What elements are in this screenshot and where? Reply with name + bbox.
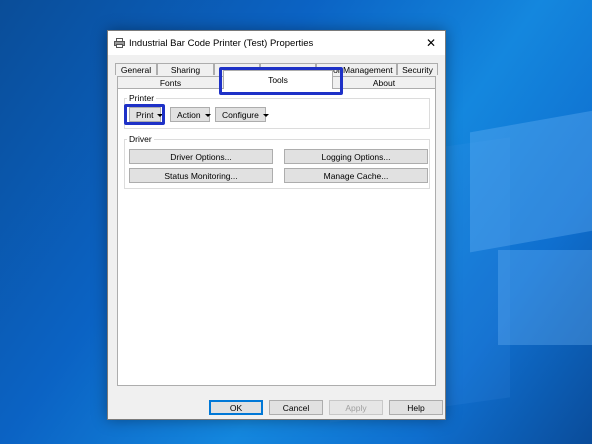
action-dropdown-button[interactable]: Action	[170, 107, 211, 122]
help-button[interactable]: Help	[389, 400, 443, 415]
tab-about[interactable]: About	[332, 76, 436, 88]
configure-button-label: Configure	[222, 110, 259, 120]
status-monitoring-button[interactable]: Status Monitoring...	[129, 168, 273, 183]
tools-tab-panel: Printer Print Action Configure Driver Dr…	[117, 88, 436, 386]
tab-sharing[interactable]: Sharing	[157, 63, 214, 75]
manage-cache-button[interactable]: Manage Cache...	[284, 168, 428, 183]
desktop-window-logo-pane	[498, 250, 592, 345]
caret-down-icon	[157, 114, 164, 117]
tab-general[interactable]: General	[115, 63, 157, 75]
tab-security[interactable]: Security	[397, 63, 438, 75]
apply-button[interactable]: Apply	[329, 400, 383, 415]
tab-tools[interactable]: Tools	[223, 70, 333, 89]
desktop-window-logo-pane	[470, 107, 592, 253]
printer-properties-dialog: Industrial Bar Code Printer (Test) Prope…	[107, 30, 446, 420]
print-dropdown-button[interactable]: Print	[129, 107, 164, 122]
tab-fonts[interactable]: Fonts	[117, 76, 224, 88]
configure-dropdown-button[interactable]: Configure	[215, 107, 269, 122]
window-title: Industrial Bar Code Printer (Test) Prope…	[129, 38, 314, 49]
caret-down-icon	[262, 114, 269, 117]
close-icon[interactable]: ✕	[417, 31, 445, 55]
driver-options-button[interactable]: Driver Options...	[129, 149, 273, 164]
print-button-label: Print	[136, 110, 154, 120]
title-bar[interactable]: Industrial Bar Code Printer (Test) Prope…	[108, 31, 445, 55]
ok-button[interactable]: OK	[209, 400, 263, 415]
action-button-label: Action	[177, 110, 201, 120]
printer-group-label: Printer	[127, 93, 157, 103]
cancel-button[interactable]: Cancel	[269, 400, 323, 415]
printer-icon	[114, 38, 125, 48]
driver-group-label: Driver	[127, 134, 154, 144]
caret-down-icon	[204, 114, 211, 117]
logging-options-button[interactable]: Logging Options...	[284, 149, 428, 164]
